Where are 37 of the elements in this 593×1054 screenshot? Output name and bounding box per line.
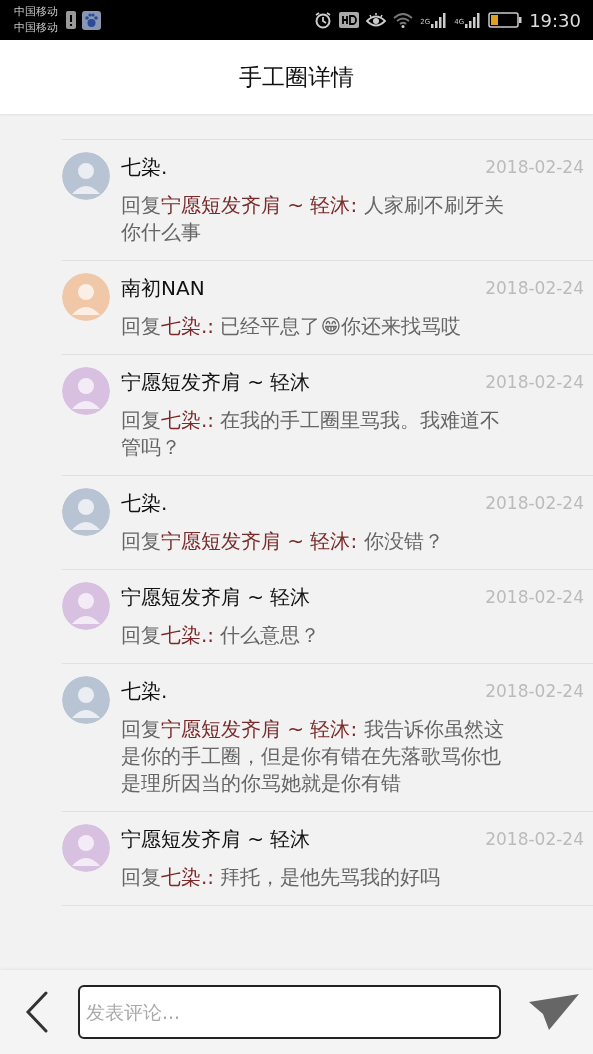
- wifi-icon: [393, 12, 414, 28]
- reply-text: 回复七染.: 在我的手工圈里骂我。我难道不管吗？: [121, 407, 502, 461]
- clock-time: 19:30: [529, 9, 581, 31]
- page-title: 手工圈详情: [239, 62, 354, 92]
- eye-icon: [366, 12, 387, 28]
- reply-text: 回复七染.: 已经平息了😁你还来找骂哎: [121, 313, 463, 340]
- signal-icon: [431, 12, 448, 28]
- avatar: [62, 488, 110, 536]
- hd-icon: [339, 12, 360, 28]
- carrier-name: 中国移动: [14, 20, 58, 36]
- reply-text: 回复宁愿短发齐肩 ~ 轻沐: 人家刷不刷牙关你什么事: [121, 192, 505, 246]
- avatar: [62, 824, 110, 872]
- carrier-name: 中国移动: [14, 4, 58, 20]
- user-name: 七染.: [121, 677, 168, 705]
- avatar: [62, 676, 110, 724]
- user-name: 宁愿短发齐肩 ~ 轻沐: [121, 368, 311, 396]
- reply-text: 回复宁愿短发齐肩 ~ 轻沐: 你没错？: [121, 528, 445, 555]
- user-name: 南初NAN: [121, 274, 205, 302]
- avatar: [62, 582, 110, 630]
- user-name: 七染.: [121, 153, 168, 181]
- battery-icon: [488, 12, 523, 28]
- comment-input-field[interactable]: 发表评论...: [78, 985, 501, 1039]
- user-name: 七染.: [121, 489, 168, 517]
- signal-icon: [465, 12, 482, 28]
- alert-icon: [66, 11, 76, 29]
- send-icon[interactable]: [529, 994, 579, 1030]
- avatar: [62, 273, 110, 321]
- avatar: [62, 367, 110, 415]
- paw-icon: [82, 10, 101, 30]
- user-name: 宁愿短发齐肩 ~ 轻沐: [121, 825, 311, 853]
- reply-text: 回复宁愿短发齐肩 ~ 轻沐: 我告诉你虽然这是你的手工圈，但是你有错在先落歌骂你也是理所因当的你骂她就是你有错: [121, 716, 505, 797]
- alarm-clock-icon: [314, 11, 333, 29]
- back-icon[interactable]: [24, 991, 50, 1033]
- reply-text: 回复七染.: 什么意思？: [121, 622, 322, 649]
- avatar: [62, 152, 110, 200]
- user-name: 宁愿短发齐肩 ~ 轻沐: [121, 583, 311, 611]
- reply-text: 回复七染.: 拜托，是他先骂我的好吗: [121, 864, 442, 891]
